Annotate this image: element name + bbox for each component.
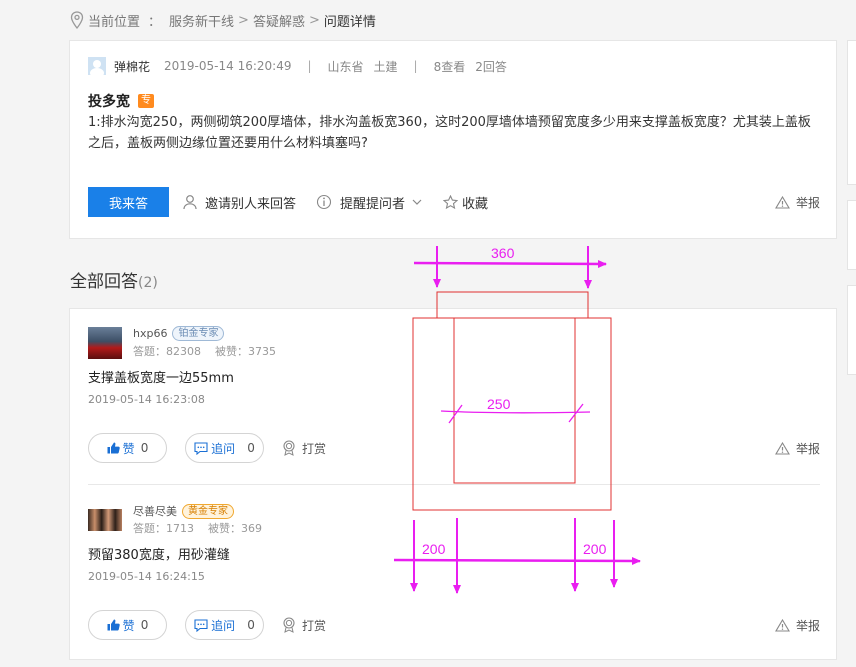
answerer: hxp66 铂金专家 bbox=[133, 326, 225, 341]
top-dim-line bbox=[413, 259, 607, 268]
report-button[interactable]: 举报 bbox=[775, 440, 820, 457]
medal-icon bbox=[283, 440, 295, 456]
breadcrumb-item-current: 问题详情 bbox=[323, 14, 376, 30]
remind-label: 提醒提问者 bbox=[340, 196, 406, 212]
avatar[interactable] bbox=[88, 509, 122, 531]
expert-tag: 铂金专家 bbox=[172, 326, 225, 341]
report-label: 举报 bbox=[795, 442, 820, 456]
answers-card: hxp66 铂金专家 答题：82308 被赞：3735 支撑盖板宽度一边55mm … bbox=[69, 308, 837, 660]
thumbs-up-icon bbox=[107, 442, 120, 454]
follow-up-label: 追问 bbox=[211, 618, 236, 633]
answerer-answer-count: 答题：82308 bbox=[133, 345, 201, 358]
report-button[interactable]: 举报 bbox=[775, 617, 820, 634]
question-card: 弹棉花 2019-05-14 16:20:49 | 山东省 土建 | 8查看 2… bbox=[69, 40, 837, 239]
user-icon bbox=[183, 195, 197, 210]
follow-up-count: 0 bbox=[247, 618, 255, 632]
question-region: 山东省 bbox=[327, 59, 364, 74]
follow-up-count: 0 bbox=[247, 441, 255, 455]
meta-divider: | bbox=[413, 59, 418, 73]
medal-icon bbox=[283, 617, 295, 633]
answerer-name[interactable]: hxp66 bbox=[133, 327, 167, 340]
answer-button[interactable]: 我来答 bbox=[88, 187, 169, 217]
avatar[interactable] bbox=[88, 57, 106, 75]
answer-divider bbox=[88, 484, 820, 485]
warning-icon bbox=[775, 196, 790, 209]
follow-up-button[interactable]: 追问 0 bbox=[185, 433, 264, 463]
invite-label: 邀请别人来回答 bbox=[205, 196, 297, 212]
expert-tag: 黄金专家 bbox=[182, 503, 234, 519]
avatar[interactable] bbox=[88, 327, 122, 359]
tip-button[interactable]: 打赏 bbox=[282, 440, 326, 457]
side-panel-edge bbox=[847, 200, 856, 270]
like-count: 0 bbox=[140, 618, 149, 632]
answer-actions: 赞 0 追问 0 打赏 举报 bbox=[88, 610, 820, 640]
answerer-like-count: 被赞：3735 bbox=[215, 345, 276, 358]
like-button[interactable]: 赞 0 bbox=[88, 433, 167, 463]
breadcrumb-item-home[interactable]: 服务新干线 bbox=[169, 11, 234, 30]
answers-header-title: 全部回答 bbox=[70, 272, 138, 292]
location-pin-icon bbox=[70, 11, 84, 29]
answerer-stats: 答题：82308 被赞：3735 bbox=[133, 343, 276, 359]
answerer-answer-count: 答题：1713 bbox=[133, 522, 194, 535]
expert-badge: 专 bbox=[138, 94, 154, 108]
question-time: 2019-05-14 16:20:49 bbox=[164, 59, 292, 73]
favorite-button[interactable]: 收藏 bbox=[443, 193, 488, 212]
question-answer-count: 2回答 bbox=[475, 59, 507, 74]
answerer-stats: 答题：1713 被赞：369 bbox=[133, 520, 262, 536]
info-icon bbox=[316, 194, 332, 210]
answers-header: 全部回答(2) bbox=[70, 267, 158, 292]
question-meta: 弹棉花 2019-05-14 16:20:49 | 山东省 土建 | 8查看 2… bbox=[88, 57, 507, 75]
like-label: 赞 bbox=[122, 441, 135, 456]
answerer-name[interactable]: 尽善尽美 bbox=[133, 503, 177, 519]
follow-up-button[interactable]: 追问 0 bbox=[185, 610, 264, 640]
question-views: 8查看 bbox=[433, 59, 466, 74]
answerer-like-count: 被赞：369 bbox=[208, 522, 262, 535]
tip-label: 打赏 bbox=[302, 618, 327, 633]
like-label: 赞 bbox=[122, 618, 135, 633]
invite-button[interactable]: 邀请别人来回答 bbox=[183, 193, 296, 212]
report-label: 举报 bbox=[795, 196, 820, 210]
question-title-text: 投多宽 bbox=[88, 94, 130, 110]
chat-icon bbox=[194, 618, 208, 632]
question-category: 土建 bbox=[373, 59, 398, 74]
thumbs-up-icon bbox=[107, 619, 120, 631]
question-actions: 我来答 邀请别人来回答 提醒提问者 收藏 举报 bbox=[88, 187, 820, 217]
question-title: 投多宽 专 bbox=[88, 91, 154, 111]
answer-time: 2019-05-14 16:23:08 bbox=[88, 393, 205, 406]
answer-actions: 赞 0 追问 0 打赏 举报 bbox=[88, 433, 820, 463]
answers-header-count: (2) bbox=[138, 275, 158, 291]
follow-up-label: 追问 bbox=[211, 441, 236, 456]
answer-time: 2019-05-14 16:24:15 bbox=[88, 570, 205, 583]
warning-icon bbox=[775, 619, 790, 632]
side-panel-edge bbox=[847, 285, 856, 375]
top-dim-label: 360 bbox=[491, 245, 515, 261]
report-label: 举报 bbox=[795, 619, 820, 633]
favorite-label: 收藏 bbox=[462, 196, 489, 212]
side-panel-edge bbox=[847, 40, 856, 185]
like-button[interactable]: 赞 0 bbox=[88, 610, 167, 640]
report-button[interactable]: 举报 bbox=[775, 194, 820, 211]
chat-icon bbox=[194, 441, 208, 455]
question-author[interactable]: 弹棉花 bbox=[114, 58, 150, 75]
answer-text: 预留380宽度，用砂灌缝 bbox=[88, 548, 230, 563]
tip-button[interactable]: 打赏 bbox=[282, 617, 326, 634]
warning-icon bbox=[775, 442, 790, 455]
answerer: 尽善尽美 黄金专家 bbox=[133, 503, 234, 519]
breadcrumb-colon: ： bbox=[148, 14, 162, 30]
breadcrumb: 当前位置 ： 服务新干线 > 答疑解惑 > 问题详情 bbox=[70, 10, 376, 30]
breadcrumb-sep: > bbox=[308, 12, 320, 28]
like-count: 0 bbox=[140, 441, 149, 455]
meta-divider: | bbox=[307, 59, 312, 73]
breadcrumb-sep: > bbox=[238, 12, 249, 28]
question-body: 1:排水沟宽250，两侧砌筑200厚墙体，排水沟盖板宽360，这时200厚墙体墙… bbox=[88, 115, 811, 151]
star-icon bbox=[443, 194, 459, 209]
answer-text: 支撑盖板宽度一边55mm bbox=[88, 371, 234, 386]
breadcrumb-item-qa[interactable]: 答疑解惑 bbox=[253, 11, 305, 30]
remind-dropdown[interactable]: 提醒提问者 bbox=[316, 193, 423, 212]
chevron-down-icon bbox=[412, 199, 422, 205]
breadcrumb-label: 当前位置 bbox=[88, 14, 141, 30]
tip-label: 打赏 bbox=[302, 441, 327, 456]
